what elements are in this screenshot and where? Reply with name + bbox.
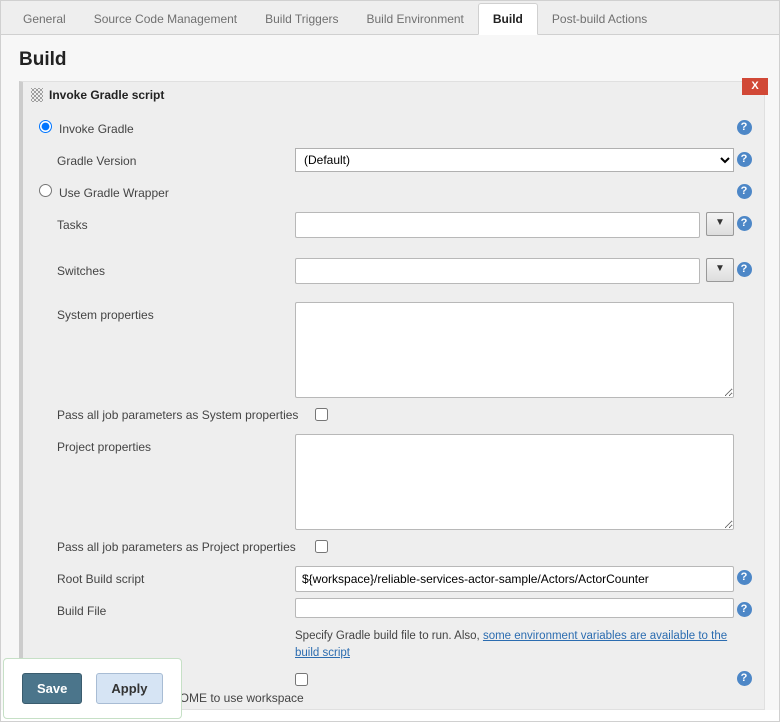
config-tab-bar: General Source Code Management Build Tri… xyxy=(1,1,779,35)
build-file-description: Specify Gradle build file to run. Also, … xyxy=(295,624,734,663)
step-title: Invoke Gradle script xyxy=(49,88,164,102)
switches-expand-button[interactable]: ▼ xyxy=(706,258,734,282)
pass-project-checkbox[interactable] xyxy=(315,540,328,553)
help-icon[interactable]: ? xyxy=(737,184,752,199)
radio-use-gradle-wrapper-label: Use Gradle Wrapper xyxy=(59,180,315,200)
gradle-version-select[interactable]: (Default) xyxy=(295,148,734,172)
pass-project-label: Pass all job parameters as Project prope… xyxy=(57,534,315,554)
build-file-label: Build File xyxy=(57,598,295,618)
gradle-version-label: Gradle Version xyxy=(57,148,295,168)
tasks-label: Tasks xyxy=(57,212,295,232)
help-icon[interactable]: ? xyxy=(737,152,752,167)
help-icon[interactable]: ? xyxy=(737,262,752,277)
radio-invoke-gradle-label: Invoke Gradle xyxy=(59,116,315,136)
build-file-input[interactable] xyxy=(295,598,734,618)
tab-scm[interactable]: Source Code Management xyxy=(80,4,251,34)
system-properties-label: System properties xyxy=(57,302,295,322)
force-home-visible-fragment: HOME to use workspace xyxy=(171,691,304,705)
delete-step-button[interactable]: X xyxy=(742,78,768,95)
tab-build[interactable]: Build xyxy=(478,3,538,35)
force-home-checkbox[interactable] xyxy=(295,673,308,686)
save-button[interactable]: Save xyxy=(22,673,82,704)
help-icon[interactable]: ? xyxy=(737,216,752,231)
project-properties-textarea[interactable] xyxy=(295,434,734,530)
tab-environment[interactable]: Build Environment xyxy=(353,4,478,34)
action-button-bar: Save Apply xyxy=(3,658,182,719)
radio-invoke-gradle[interactable] xyxy=(39,120,52,133)
tab-triggers[interactable]: Build Triggers xyxy=(251,4,352,34)
pass-system-label: Pass all job parameters as System proper… xyxy=(57,402,315,422)
tasks-input[interactable] xyxy=(295,212,700,238)
tasks-expand-button[interactable]: ▼ xyxy=(706,212,734,236)
apply-button[interactable]: Apply xyxy=(96,673,162,704)
radio-use-gradle-wrapper[interactable] xyxy=(39,184,52,197)
root-build-script-label: Root Build script xyxy=(57,566,295,586)
switches-input[interactable] xyxy=(295,258,700,284)
project-properties-label: Project properties xyxy=(57,434,295,454)
pass-system-checkbox[interactable] xyxy=(315,408,328,421)
tab-postbuild[interactable]: Post-build Actions xyxy=(538,4,661,34)
section-heading: Build xyxy=(1,35,779,81)
system-properties-textarea[interactable] xyxy=(295,302,734,398)
switches-label: Switches xyxy=(57,258,295,278)
tab-general[interactable]: General xyxy=(9,4,80,34)
help-icon[interactable]: ? xyxy=(737,671,752,686)
help-icon[interactable]: ? xyxy=(737,570,752,585)
help-icon[interactable]: ? xyxy=(737,120,752,135)
root-build-script-input[interactable] xyxy=(295,566,734,592)
build-step-gradle: X Invoke Gradle script Invoke Gradle ? xyxy=(19,81,765,710)
help-icon[interactable]: ? xyxy=(737,602,752,617)
drag-handle-icon[interactable] xyxy=(31,88,43,102)
